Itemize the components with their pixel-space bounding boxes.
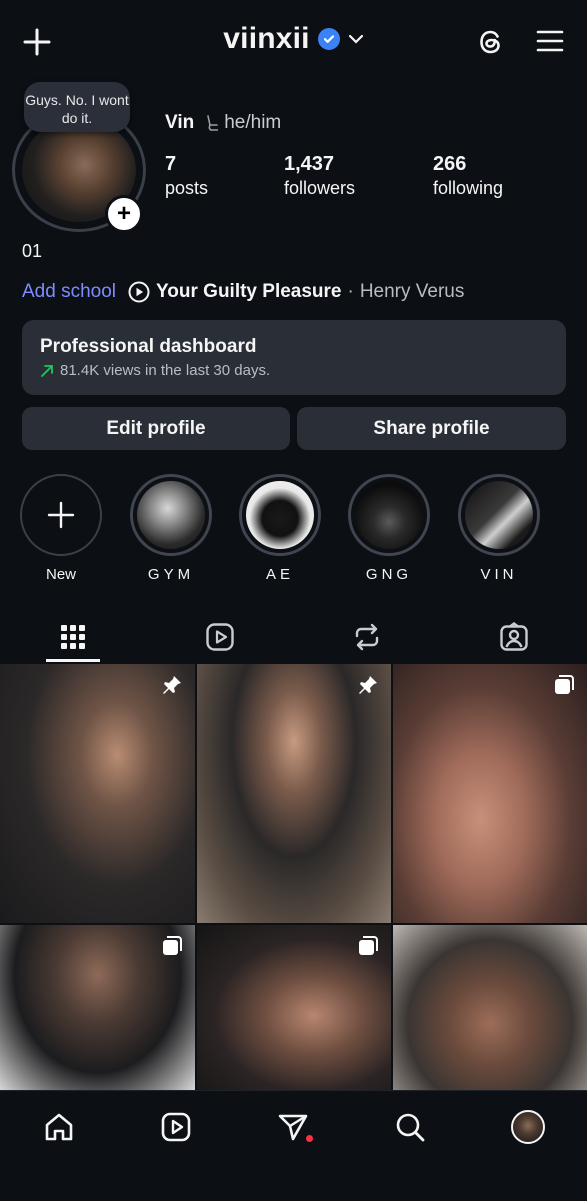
direct-icon [277,1111,309,1143]
search-icon [394,1111,426,1143]
trend-up-arrow-icon [40,364,54,378]
highlight-cover [137,481,205,549]
pin-icon [161,674,183,696]
tab-posts-grid[interactable] [0,612,146,662]
chevron-down-icon [348,33,364,45]
nav-direct[interactable] [263,1107,323,1147]
carousel-icon [161,935,183,957]
reposts-icon [353,622,381,652]
notification-dot [306,1135,313,1142]
plus-icon [46,500,76,530]
post-thumbnail[interactable] [197,925,391,1090]
post-thumbnail[interactable] [0,664,195,923]
verified-badge-icon [317,28,340,50]
add-school-link[interactable]: Add school [22,281,116,303]
edit-profile-button[interactable]: Edit profile [22,407,290,450]
song-title: Your Guilty Pleasure [156,281,342,302]
stat-posts[interactable]: 7 posts [165,152,208,200]
stat-value: 1,437 [284,153,335,175]
stat-followers[interactable]: 1,437 followers [284,152,355,200]
active-tab-indicator [46,659,100,662]
dashboard-subtitle-row: 81.4K views in the last 30 days. [40,362,548,379]
highlight-cover [355,481,423,549]
highlight-label: AE [265,566,294,583]
stat-following[interactable]: 266 following [433,152,503,200]
post-thumbnail[interactable] [0,925,195,1090]
profile-tabs [0,612,587,662]
dashboard-title: Professional dashboard [40,336,257,357]
highlight-new[interactable]: New [18,474,104,583]
post-thumbnail[interactable] [197,664,391,923]
stat-value: 7 [165,153,177,175]
pin-icon [357,674,379,696]
highlight-cover [246,481,314,549]
professional-dashboard-card[interactable]: Professional dashboard 81.4K views in th… [22,320,566,395]
name-row: Vin he/him [165,112,281,134]
stat-value: 266 [433,153,467,175]
highlight-ring [458,474,540,556]
pronoun-flex-icon: he/him [204,112,281,134]
highlight-cover [465,481,533,549]
tagged-icon [499,622,529,652]
highlight-label: New [45,566,76,583]
display-name: Vin [165,112,195,133]
highlight-ae[interactable]: AE [237,474,323,583]
post-thumbnail[interactable] [393,664,587,923]
highlight-vin[interactable]: VIN [456,474,542,583]
posts-grid [0,664,587,1090]
nav-reels[interactable] [146,1107,206,1147]
tab-reels[interactable] [147,612,293,662]
highlight-gng[interactable]: GNG [346,474,432,583]
dashboard-subtitle: 81.4K views in the last 30 days. [60,362,271,379]
highlight-label: GNG [365,566,413,583]
add-story-plus-icon[interactable]: + [105,195,143,233]
bottom-navigation [0,1090,587,1201]
highlight-ring [130,474,212,556]
nav-home[interactable] [29,1107,89,1147]
highlight-ring [20,474,102,556]
stat-label: following [433,178,504,198]
reels-icon [205,622,235,652]
highlight-label: VIN [480,566,518,583]
tab-reposts[interactable] [294,612,440,662]
username: viinxii [223,22,310,55]
carousel-icon [553,674,575,696]
song-artist: Henry Verus [359,281,465,302]
stat-label: posts [165,178,209,198]
grid-icon [60,624,86,650]
highlight-ring [348,474,430,556]
carousel-icon [357,935,379,957]
highlight-gym[interactable]: GYM [128,474,214,583]
song-separator: · [347,281,354,302]
highlight-label: GYM [147,566,195,583]
menu-icon[interactable] [536,29,564,53]
bio-text: 01 [22,241,43,261]
nav-search[interactable] [380,1107,440,1147]
note-bubble[interactable]: Guys. No. I wont do it. [24,82,130,132]
nav-profile[interactable] [498,1107,558,1147]
share-profile-button[interactable]: Share profile [297,407,566,450]
profile-links-row: Add school Your Guilty Pleasure · Henry … [22,281,464,303]
reels-icon [160,1111,192,1143]
tab-tagged[interactable] [441,612,587,662]
home-icon [43,1111,75,1143]
stat-label: followers [284,178,356,198]
play-circle-icon [128,281,150,303]
music-link[interactable]: Your Guilty Pleasure · Henry Verus [128,281,464,303]
highlight-ring [239,474,321,556]
threads-icon[interactable] [476,27,506,57]
profile-avatar-small [511,1110,545,1144]
pronouns: he/him [224,112,282,133]
post-thumbnail[interactable] [393,925,587,1090]
